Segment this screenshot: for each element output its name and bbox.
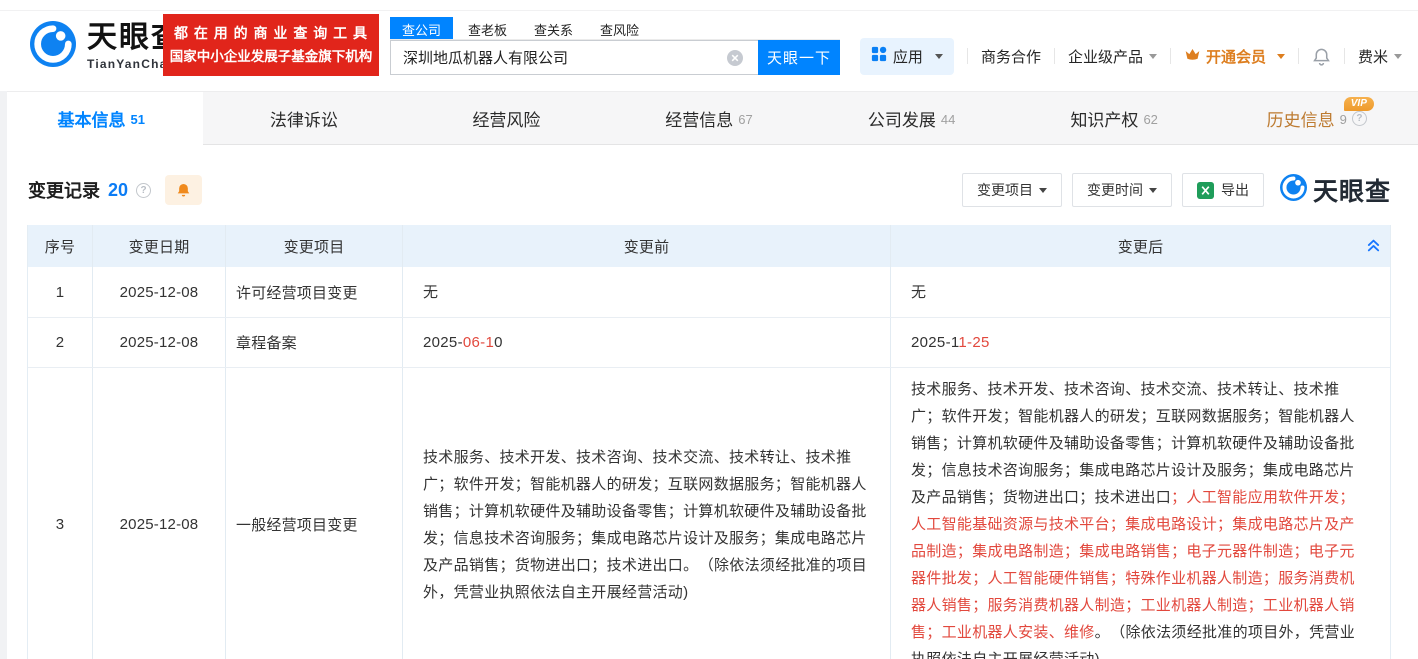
tab-company-development[interactable]: 公司发展 44 <box>810 92 1013 145</box>
chevron-down-icon <box>935 54 943 63</box>
cell-no: 2 <box>28 318 93 367</box>
chevron-down-icon <box>1039 188 1047 197</box>
tianyancha-swirl-icon <box>30 21 76 72</box>
cell-date: 2025-12-08 <box>93 368 226 659</box>
company-tabs: 基本信息 51 法律诉讼 经营风险 经营信息 67 公司发展 44 知识产权 6… <box>0 91 1418 145</box>
apps-label: 应用 <box>893 46 923 67</box>
table-row: 2 2025-12-08 章程备案 2025-06-10 2025-11-25 <box>28 318 1390 368</box>
cell-before: 无 <box>403 267 891 317</box>
cell-before: 技术服务、技术开发、技术咨询、技术交流、技术转让、技术推广；软件开发；智能机器人… <box>403 368 891 659</box>
divider <box>1170 48 1171 64</box>
watermark-label: 天眼查 <box>1313 172 1391 208</box>
col-header-after: 变更后 <box>891 225 1390 267</box>
apps-grid-icon <box>871 46 887 66</box>
excel-icon <box>1197 182 1214 199</box>
nav-enterprise-products[interactable]: 企业级产品 <box>1068 46 1157 67</box>
vip-badge: VIP <box>1344 97 1374 111</box>
clear-icon[interactable] <box>727 50 743 66</box>
divider <box>1054 48 1055 64</box>
divider <box>1298 48 1299 64</box>
table-header-row: 序号 变更日期 变更项目 变更前 变更后 <box>28 225 1390 267</box>
tab-legal-proceedings[interactable]: 法律诉讼 <box>203 92 406 145</box>
cell-no: 3 <box>28 368 93 659</box>
search-input[interactable] <box>390 40 758 75</box>
help-icon[interactable] <box>1352 111 1367 126</box>
top-nav: 应用 商务合作 企业级产品 开通会员 <box>860 37 1402 75</box>
change-record-table: 序号 变更日期 变更项目 变更前 变更后 1 2025-12-08 许可经营项目… <box>27 225 1391 659</box>
site-header: 天眼查 TianYanCha.com 都 在 用 的 商 业 查 询 工 具 国… <box>0 0 1418 91</box>
collapse-icon[interactable] <box>1366 238 1381 257</box>
search-tab-company[interactable]: 查公司 <box>390 17 453 39</box>
filter-change-time-button[interactable]: 变更时间 <box>1072 173 1172 207</box>
cell-no: 1 <box>28 267 93 317</box>
cell-item: 一般经营项目变更 <box>226 368 403 659</box>
search-button[interactable]: 天眼一下 <box>758 40 840 75</box>
divider <box>1344 48 1345 64</box>
tab-business-info[interactable]: 经营信息 67 <box>608 92 811 145</box>
cell-after: 技术服务、技术开发、技术咨询、技术交流、技术转让、技术推广；软件开发；智能机器人… <box>891 368 1390 659</box>
tab-operational-risk[interactable]: 经营风险 <box>405 92 608 145</box>
tianyancha-watermark: 天眼查 <box>1280 172 1391 208</box>
table-row: 3 2025-12-08 一般经营项目变更 技术服务、技术开发、技术咨询、技术交… <box>28 368 1390 659</box>
cell-date: 2025-12-08 <box>93 267 226 317</box>
page-edge <box>0 91 7 659</box>
chevron-down-icon <box>1277 54 1285 63</box>
nav-user[interactable]: 费米 <box>1358 46 1402 67</box>
slogan-line2: 国家中小企业发展子基金旗下机构 <box>165 45 377 68</box>
slogan-banner: 都 在 用 的 商 业 查 询 工 具 国家中小企业发展子基金旗下机构 <box>163 14 379 76</box>
chevron-down-icon <box>1394 54 1402 63</box>
cell-date: 2025-12-08 <box>93 318 226 367</box>
section-title: 变更记录 <box>28 177 100 203</box>
export-button[interactable]: 导出 <box>1182 173 1264 207</box>
col-header-date: 变更日期 <box>93 225 226 267</box>
cell-after: 2025-11-25 <box>891 318 1390 367</box>
divider <box>967 48 968 64</box>
search-tabs: 查公司 查老板 查关系 查风险 <box>390 17 840 40</box>
search-tab-risk[interactable]: 查风险 <box>588 17 651 39</box>
cell-item: 章程备案 <box>226 318 403 367</box>
col-header-no: 序号 <box>28 225 93 267</box>
tab-basic-info[interactable]: 基本信息 51 <box>0 92 203 145</box>
tab-historical-info[interactable]: VIP 历史信息 9 <box>1215 92 1418 145</box>
apps-menu[interactable]: 应用 <box>860 38 954 75</box>
change-record-header: 变更记录 20 变更项目 变更时间 导出 <box>0 145 1418 225</box>
nav-open-vip[interactable]: 开通会员 <box>1184 46 1285 67</box>
page: 天眼查 TianYanCha.com 都 在 用 的 商 业 查 询 工 具 国… <box>0 0 1418 659</box>
cell-item: 许可经营项目变更 <box>226 267 403 317</box>
search-tab-boss[interactable]: 查老板 <box>456 17 519 39</box>
col-header-item: 变更项目 <box>226 225 403 267</box>
notification-bell-icon[interactable] <box>1312 47 1331 66</box>
col-header-before: 变更前 <box>403 225 891 267</box>
section-count: 20 <box>108 180 128 201</box>
vip-crown-icon <box>1184 47 1201 66</box>
search-box: 天眼一下 <box>390 40 840 75</box>
search-tab-relation[interactable]: 查关系 <box>522 17 585 39</box>
monitor-bell-button[interactable] <box>165 175 202 205</box>
chevron-down-icon <box>1149 188 1157 197</box>
tianyancha-swirl-icon <box>1280 174 1307 206</box>
filter-change-project-button[interactable]: 变更项目 <box>962 173 1062 207</box>
tab-intellectual-property[interactable]: 知识产权 62 <box>1013 92 1216 145</box>
nav-business-cooperation[interactable]: 商务合作 <box>981 46 1041 67</box>
slogan-line1: 都 在 用 的 商 业 查 询 工 具 <box>165 22 377 45</box>
cell-before: 2025-06-10 <box>403 318 891 367</box>
table-row: 1 2025-12-08 许可经营项目变更 无 无 <box>28 267 1390 318</box>
username: 费米 <box>1358 46 1388 67</box>
help-icon[interactable] <box>136 183 151 198</box>
chevron-down-icon <box>1149 54 1157 63</box>
top-divider <box>0 10 1418 11</box>
cell-after: 无 <box>891 267 1390 317</box>
